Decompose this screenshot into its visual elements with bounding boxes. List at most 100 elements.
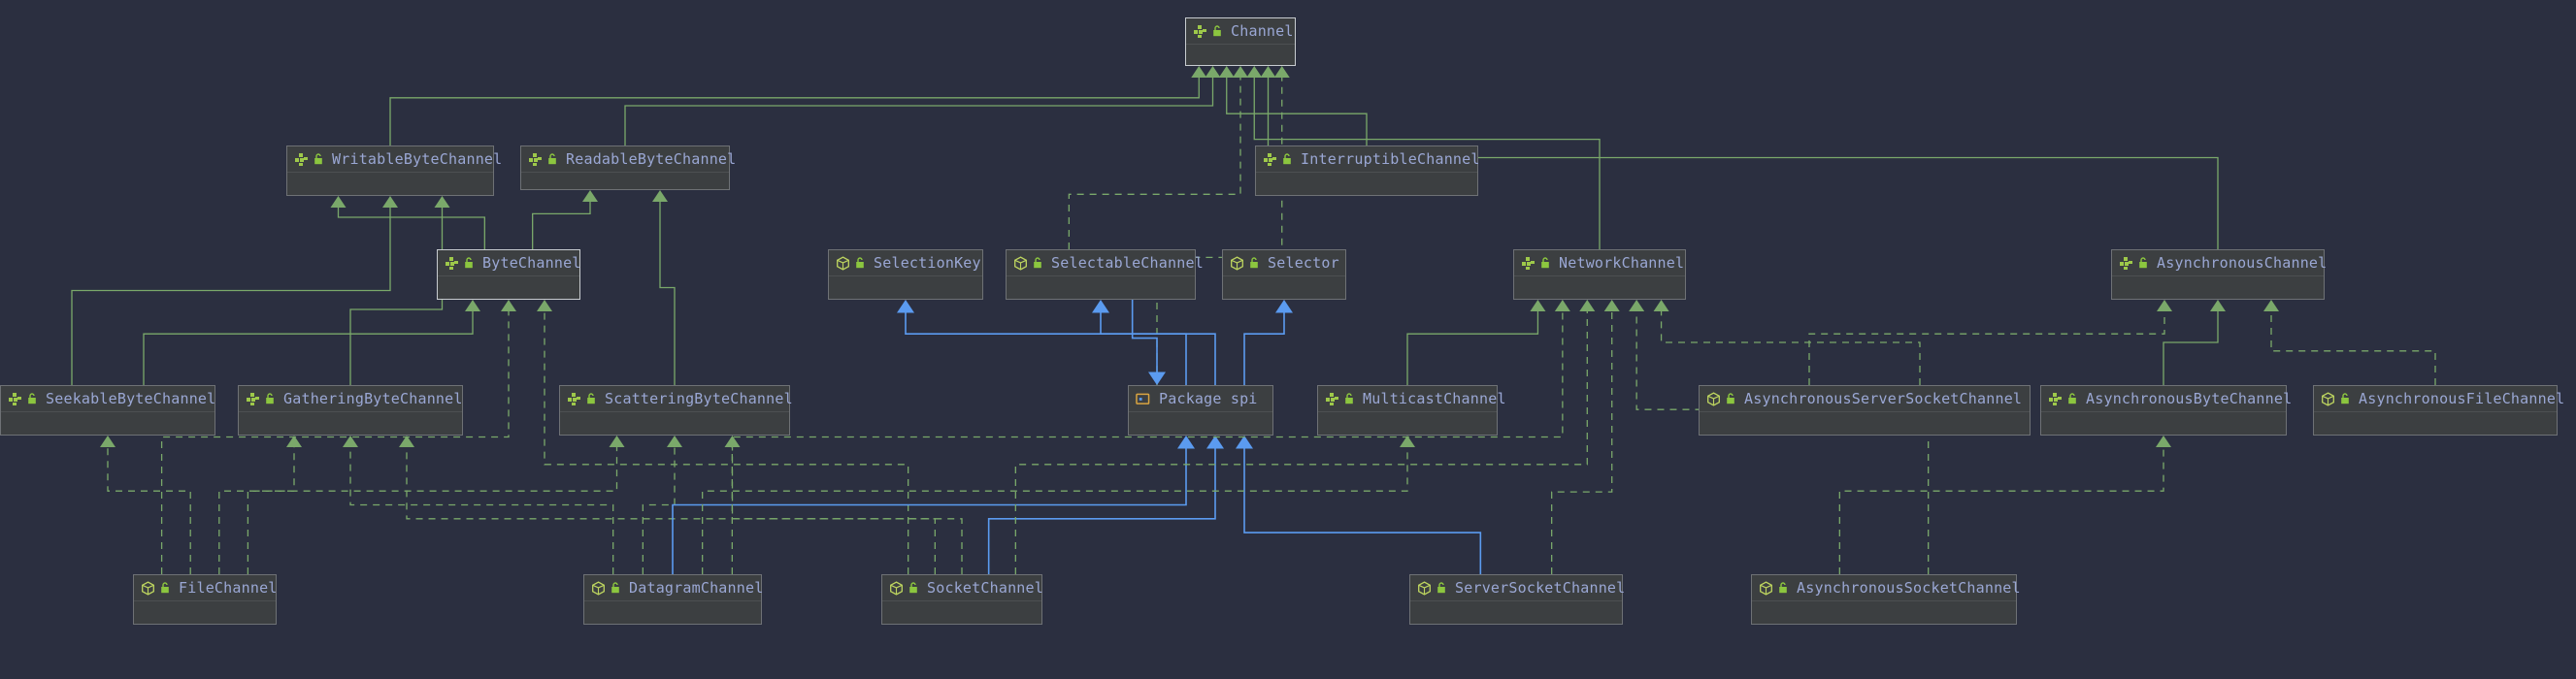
class-node-multicastchannel[interactable]: MulticastChannel <box>1317 385 1506 436</box>
node-header: ByteChannel <box>438 250 580 275</box>
class-icon <box>836 255 850 271</box>
class-node-socketchannel[interactable]: SocketChannel <box>881 574 1043 625</box>
arrowhead-implements <box>100 436 116 447</box>
node-members-area <box>1514 275 1685 299</box>
lock-public-icon <box>1212 24 1222 38</box>
lock-public-icon <box>1437 581 1446 595</box>
class-icon <box>591 580 606 596</box>
interface-icon <box>8 392 22 406</box>
arrowhead-implements <box>2157 300 2172 311</box>
class-node-datagramchannel[interactable]: DatagramChannel <box>583 574 763 625</box>
class-node-interruptiblechannel[interactable]: InterruptibleChannel <box>1255 146 1480 196</box>
node-members-area <box>1129 411 1272 435</box>
node-header: MulticastChannel <box>1318 386 1506 411</box>
arrowhead-dependency <box>897 300 914 313</box>
edge-implements <box>107 447 191 574</box>
lock-public-icon <box>1540 256 1550 270</box>
node-members-area <box>1700 411 2030 435</box>
interface-icon <box>1193 24 1207 39</box>
edge-implements <box>731 311 1564 574</box>
package-folder-icon <box>1136 392 1150 405</box>
edge-dependency <box>672 447 1187 574</box>
class-node-asyncserversocketchannel[interactable]: AsynchronousServerSocketChannel <box>1699 385 2031 436</box>
node-label: SelectableChannel <box>1051 254 1204 272</box>
node-header: WritableByteChannel <box>287 146 502 172</box>
class-node-readablebytechannel[interactable]: ReadableByteChannel <box>520 146 736 190</box>
arrowhead-extends <box>1530 300 1546 311</box>
class-node-asyncsocketchannel[interactable]: AsynchronousSocketChannel <box>1751 574 2021 625</box>
class-node-scatteringbytechannel[interactable]: ScatteringByteChannel <box>559 385 793 436</box>
class-node-filechannel[interactable]: FileChannel <box>133 574 277 625</box>
interface-icon <box>1263 152 1277 167</box>
arrowhead-extends <box>2210 300 2226 311</box>
class-node-channel[interactable]: Channel <box>1185 17 1296 66</box>
class-node-bytechannel[interactable]: ByteChannel <box>437 249 580 300</box>
arrowhead-implements <box>1629 300 1645 311</box>
edge-layer <box>71 66 2436 574</box>
class-node-asyncfilechannel[interactable]: AsynchronousFileChannel <box>2313 385 2564 436</box>
node-header: Channel <box>1186 18 1295 44</box>
edge-extends <box>532 202 591 249</box>
lock-public-icon <box>464 256 474 270</box>
lock-public-icon <box>1778 581 1788 595</box>
edge-implements <box>1551 311 1613 574</box>
node-header: ScatteringByteChannel <box>560 386 793 411</box>
edge-extends <box>659 202 676 385</box>
node-label: AsynchronousSocketChannel <box>1797 579 2021 597</box>
class-node-selector[interactable]: Selector <box>1222 249 1346 300</box>
node-label: InterruptibleChannel <box>1301 150 1480 168</box>
edge-dependency <box>1243 447 1482 574</box>
class-node-writablebytechannel[interactable]: WritableByteChannel <box>286 146 502 196</box>
node-members-area <box>584 600 761 624</box>
lock-public-icon <box>314 152 323 166</box>
node-header: AsynchronousServerSocketChannel <box>1700 386 2030 411</box>
class-node-networkchannel[interactable]: NetworkChannel <box>1513 249 1686 300</box>
arrowhead-dependency <box>1236 436 1253 449</box>
edge-extends <box>337 208 485 249</box>
class-node-serversocketchannel[interactable]: ServerSocketChannel <box>1409 574 1626 625</box>
class-node-selectablechannel[interactable]: SelectableChannel <box>1006 249 1204 300</box>
node-label: AsynchronousServerSocketChannel <box>1744 390 2023 407</box>
arrowhead-extends <box>1191 66 1207 78</box>
node-members-area <box>1007 275 1195 299</box>
uml-class-diagram[interactable]: Channel WritableByteChannel ReadableByteCh… <box>0 0 2576 679</box>
class-node-packagespi[interactable]: Package spi <box>1128 385 1273 436</box>
arrowhead-implements <box>1273 66 1290 78</box>
node-members-area <box>560 411 789 435</box>
edge-extends <box>1406 311 1539 385</box>
edge-implements <box>2270 311 2436 385</box>
lock-public-icon <box>2138 256 2148 270</box>
class-node-selectionkey[interactable]: SelectionKey <box>828 249 983 300</box>
arrowhead-extends <box>652 190 668 202</box>
node-label: GatheringByteChannel <box>283 390 463 407</box>
arrowhead-dependency <box>1177 436 1195 449</box>
node-members-area <box>1186 44 1295 65</box>
arrowhead-implements <box>1554 300 1570 311</box>
node-header: GatheringByteChannel <box>239 386 462 411</box>
class-icon <box>2321 391 2335 406</box>
arrowhead-implements <box>343 436 358 447</box>
edge-implements <box>1838 447 2164 574</box>
class-node-gatheringbytechannel[interactable]: GatheringByteChannel <box>238 385 463 436</box>
edge-implements <box>1014 311 1588 574</box>
class-node-asyncbytechannel[interactable]: AsynchronousByteChannel <box>2040 385 2292 436</box>
node-header: Selector <box>1223 250 1345 275</box>
class-icon <box>1417 580 1432 596</box>
edge-dependency <box>1243 311 1285 385</box>
edge-implements <box>160 311 510 574</box>
class-icon <box>1759 580 1773 596</box>
node-label: ServerSocketChannel <box>1455 579 1626 597</box>
lock-public-icon <box>265 392 275 405</box>
arrowhead-extends <box>1260 66 1276 78</box>
lock-public-icon <box>1249 256 1259 270</box>
node-members-area <box>287 172 493 195</box>
edge-implements <box>218 447 295 574</box>
node-label: AsynchronousFileChannel <box>2359 390 2565 407</box>
arrowhead-extends <box>1205 66 1221 78</box>
arrowhead-extends <box>382 196 398 208</box>
class-node-asynchronouschannel[interactable]: AsynchronousChannel <box>2111 249 2327 300</box>
class-node-seekablebytechannel[interactable]: SeekableByteChannel <box>0 385 215 436</box>
node-members-area <box>829 275 982 299</box>
edge-implements <box>1808 311 2165 385</box>
node-header: ServerSocketChannel <box>1410 575 1626 600</box>
